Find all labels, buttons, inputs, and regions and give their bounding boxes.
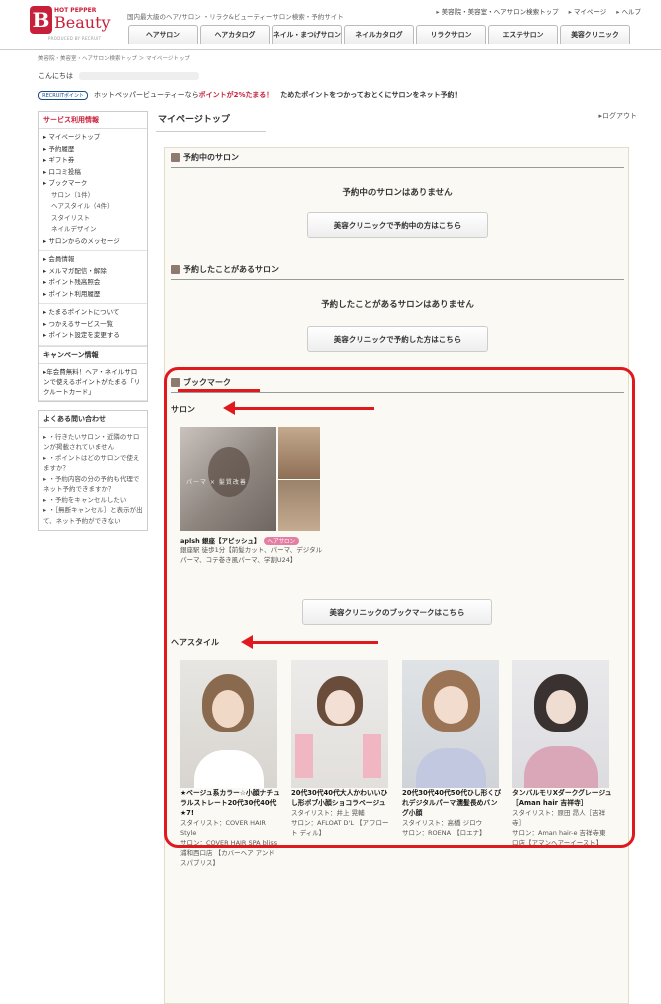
nav-tab-hair-salon[interactable]: ヘアサロン — [128, 25, 198, 44]
promo-text-2: ポイントが2%たまる！ — [198, 91, 274, 99]
sidebar-member-item-4[interactable]: ▸ ポイント利用履歴 — [43, 289, 143, 301]
sidebar-item-8[interactable]: スタイリスト — [43, 213, 143, 225]
arrow-icon: ▸ — [616, 8, 620, 16]
sidebar-item-1[interactable]: ▸ マイページトップ — [43, 132, 143, 144]
faq-item-5[interactable]: ▸ ・［無断キャンセル］と表示が出て、ネット予約ができない — [43, 505, 143, 526]
recruit-point-badge: RECRUITポイント — [38, 90, 88, 100]
current-reservations-title: 予約中のサロン — [171, 152, 624, 168]
arrow-icon: ▸ — [568, 8, 572, 16]
faq-box: よくある問い合わせ ▸ ・行きたいサロン・近隣のサロンが掲載されていません ▸ ・… — [38, 409, 148, 531]
current-reservations-section: 予約中のサロン 予約中のサロンはありません 美容クリニックで予約中の方はこちら — [171, 152, 624, 238]
nav-tab-nail-eyelash[interactable]: ネイル・まつげサロン — [272, 25, 342, 44]
hot-pepper-beauty-logo[interactable]: B HOT PEPPER Beauty PRODUCED BY RECRUIT — [30, 6, 115, 41]
salon-pointer-arrow-icon — [223, 401, 374, 415]
sidebar-point-item-1[interactable]: ▸ たまるポイントについて — [43, 307, 143, 319]
top-link-help[interactable]: ▸ ヘルプ — [616, 6, 641, 16]
promo-text-1: ホットペッパービューティーなら — [94, 91, 199, 99]
site-tagline: 国内最大級のヘア/サロン ・リラク&ビューティーサロン検索・予約サイト — [127, 13, 344, 21]
faq-item-1[interactable]: ▸ ・行きたいサロン・近隣のサロンが掲載されていません — [43, 432, 143, 453]
nav-tab-esthe[interactable]: エステサロン — [488, 25, 558, 44]
sidebar-item-7[interactable]: ヘアスタイル（4件） — [43, 201, 143, 213]
promo-text: ホットペッパービューティーならポイントが2%たまる！ ためたポイントをつかってお… — [94, 90, 462, 100]
sidebar-item-9[interactable]: ネイルデザイン — [43, 224, 143, 236]
sidebar-item-3[interactable]: ▸ ギフト券 — [43, 155, 143, 167]
bookmark-highlight-frame — [164, 367, 635, 848]
logo-b-mark: B — [30, 6, 52, 34]
blurred-username — [79, 72, 199, 80]
campaign-link[interactable]: ▸年会費無料！ヘア・ネイルサロンで使えるポイントがたまる「リクルートカード」 — [43, 367, 143, 397]
logout-link[interactable]: ▸ログアウト — [598, 111, 637, 121]
nav-tab-hair-catalog[interactable]: ヘアカタログ — [200, 25, 270, 44]
sidebar-member-item-2[interactable]: ▸ メルマガ配信・解除 — [43, 266, 143, 278]
sidebar-member-item-3[interactable]: ▸ ポイント残高照会 — [43, 277, 143, 289]
service-list-3: ▸ たまるポイントについて ▸ つかえるサービス一覧 ▸ ポイント設定を変更する — [39, 304, 147, 346]
top-links: ▸ 美容院・美容室・ヘアサロン検索トップ ▸ マイページ ▸ ヘルプ — [436, 6, 641, 16]
service-list-1: ▸ マイページトップ ▸ 予約履歴 ▸ ギフト券 ▸ 口コミ投稿 ▸ ブックマーク サロン… — [39, 129, 147, 251]
campaign-text: 年会費無料！ヘア・ネイルサロンで使えるポイントがたまる「リクルートカード」 — [43, 367, 141, 396]
logout-label: ログアウト — [602, 112, 637, 120]
greeting-text: こんにちは — [38, 72, 73, 80]
logo-powered-by: PRODUCED BY RECRUIT — [48, 36, 102, 41]
clinic-current-reservation-button[interactable]: 美容クリニックで予約中の方はこちら — [307, 212, 488, 238]
sidebar-item-5[interactable]: ▸ ブックマーク — [43, 178, 143, 190]
faq-title: よくある問い合わせ — [39, 410, 147, 428]
campaign-list: ▸年会費無料！ヘア・ネイルサロンで使えるポイントがたまる「リクルートカード」 — [39, 363, 147, 401]
bookmark-title-underline — [178, 389, 260, 392]
top-link-label: マイページ — [573, 8, 607, 16]
sidebar-item-2[interactable]: ▸ 予約履歴 — [43, 144, 143, 156]
point-promo-banner: RECRUITポイント ホットペッパービューティーならポイントが2%たまる！ た… — [38, 90, 462, 100]
sidebar-member-item-1[interactable]: ▸ 会員情報 — [43, 254, 143, 266]
service-info-box: サービス利用情報 ▸ マイページトップ ▸ 予約履歴 ▸ ギフト券 ▸ 口コミ投稿 ▸ … — [38, 111, 148, 402]
global-nav: ヘアサロン ヘアカタログ ネイル・まつげサロン ネイルカタログ リラクサロン エ… — [128, 25, 630, 44]
arrow-icon: ▸ — [436, 8, 440, 16]
page-title: マイページトップ — [156, 109, 266, 132]
clinic-past-reservation-button[interactable]: 美容クリニックで予約した方はこちら — [307, 326, 488, 352]
site-header: B HOT PEPPER Beauty PRODUCED BY RECRUIT … — [0, 0, 661, 50]
service-info-title: サービス利用情報 — [39, 112, 147, 129]
sidebar-point-item-2[interactable]: ▸ つかえるサービス一覧 — [43, 319, 143, 331]
sidebar: サービス利用情報 ▸ マイページトップ ▸ 予約履歴 ▸ ギフト券 ▸ 口コミ投稿 ▸ … — [38, 111, 148, 536]
faq-item-2[interactable]: ▸ ・ポイントはどのサロンで使えますか？ — [43, 453, 143, 474]
logo-wordmark: Beauty — [54, 13, 111, 32]
sidebar-point-item-3[interactable]: ▸ ポイント設定を変更する — [43, 330, 143, 342]
greeting: こんにちは — [38, 71, 199, 81]
past-reservations-title: 予約したことがあるサロン — [171, 264, 624, 280]
nav-tab-nail-catalog[interactable]: ネイルカタログ — [344, 25, 414, 44]
top-link-label: 美容院・美容室・ヘアサロン検索トップ — [441, 8, 559, 16]
top-link-search-top[interactable]: ▸ 美容院・美容室・ヘアサロン検索トップ — [436, 6, 558, 16]
faq-item-4[interactable]: ▸ ・予約をキャンセルしたい — [43, 495, 143, 506]
current-reservations-empty: 予約中のサロンはありません — [342, 188, 453, 198]
service-list-2: ▸ 会員情報 ▸ メルマガ配信・解除 ▸ ポイント残高照会 ▸ ポイント利用履歴 — [39, 251, 147, 304]
nav-tab-relax[interactable]: リラクサロン — [416, 25, 486, 44]
top-link-mypage[interactable]: ▸ マイページ — [569, 6, 607, 16]
top-link-label: ヘルプ — [621, 8, 642, 16]
past-reservations-section: 予約したことがあるサロン 予約したことがあるサロンはありません 美容クリニックで… — [171, 264, 624, 352]
past-reservations-empty: 予約したことがあるサロンはありません — [321, 300, 474, 310]
sidebar-item-4[interactable]: ▸ 口コミ投稿 — [43, 167, 143, 179]
main-content: マイページトップ ▸ログアウト 予約中のサロン 予約中のサロンはありません 美容… — [156, 109, 637, 1004]
sidebar-item-6[interactable]: サロン（1件） — [43, 190, 143, 202]
faq-item-3[interactable]: ▸ ・予約内容の分の予約も代理でネット予約できますか？ — [43, 474, 143, 495]
sidebar-item-10[interactable]: ▸ サロンからのメッセージ — [43, 236, 143, 248]
nav-tab-clinic[interactable]: 美容クリニック — [560, 25, 630, 44]
hairstyle-pointer-arrow-icon — [241, 635, 378, 649]
campaign-title: キャンペーン情報 — [39, 345, 147, 364]
breadcrumb[interactable]: 美容院・美容室・ヘアサロン検索トップ ＞ マイページトップ — [38, 54, 190, 62]
faq-list: ▸ ・行きたいサロン・近隣のサロンが掲載されていません ▸ ・ポイントはどのサロン… — [39, 427, 147, 530]
promo-text-3: ためたポイントをつかっておとくにサロンをネット予約！ — [280, 91, 462, 99]
